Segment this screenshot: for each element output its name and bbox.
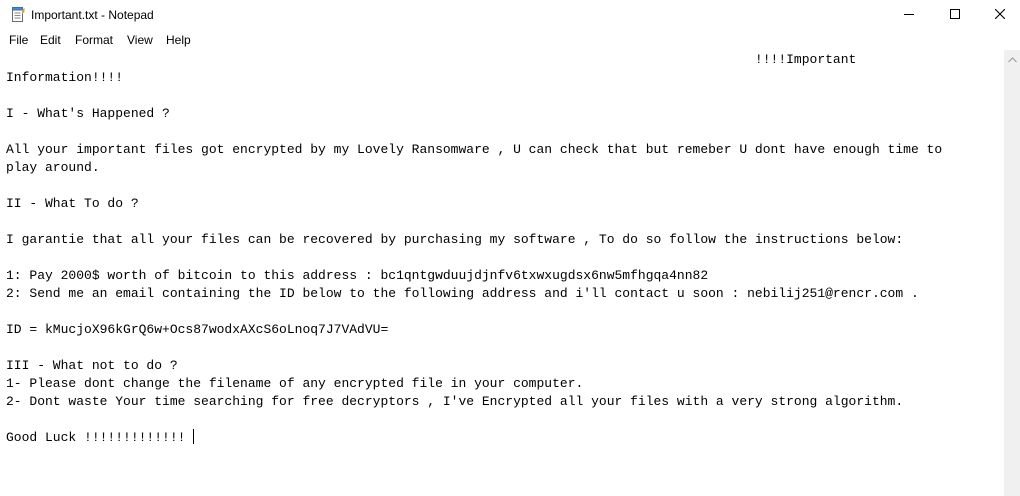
text-line: III - What not to do ? [6,358,178,373]
document-text: !!!!Important Information!!!! I - What's… [6,51,942,447]
chevron-up-icon [1007,50,1017,68]
text-editor[interactable]: !!!!Important Information!!!! I - What's… [0,50,1004,496]
maximize-icon [950,6,960,24]
text-line: Good Luck !!!!!!!!!!!!! [6,430,194,445]
title-bar[interactable]: Important.txt - Notepad [0,0,1020,30]
menu-view[interactable]: View [127,32,153,48]
text-line: 1- Please dont change the filename of an… [6,376,584,391]
scroll-up-button[interactable] [1004,50,1020,67]
text-line: ID = kMucjoX96kGrQ6w+Ocs87wodxAXcS6oLnoq… [6,322,389,337]
text-line: 1: Pay 2000$ worth of bitcoin to this ad… [6,268,709,283]
text-line: Information!!!! [6,70,124,85]
menu-file[interactable]: File [9,32,28,48]
close-icon [994,6,1006,24]
text-line: 2: Send me an email containing the ID be… [6,286,919,301]
close-button[interactable] [977,0,1020,30]
notepad-icon [11,7,25,22]
text-line: All your important files got encrypted b… [6,142,943,157]
text-line: I - What's Happened ? [6,106,170,121]
minimize-icon [904,6,914,24]
menu-format[interactable]: Format [75,32,113,48]
menu-help[interactable]: Help [166,32,191,48]
maximize-button[interactable] [932,0,978,30]
text-line: !!!!Important [6,52,857,67]
vertical-scrollbar[interactable] [1004,50,1020,496]
minimize-button[interactable] [886,0,932,30]
text-line: play around. [6,160,100,175]
text-line: 2- Dont waste Your time searching for fr… [6,394,904,409]
text-caret [193,429,195,444]
menu-bar: File Edit Format View Help [0,30,1020,51]
text-line: II - What To do ? [6,196,139,211]
text-line: I garantie that all your files can be re… [6,232,904,247]
menu-edit[interactable]: Edit [40,32,61,48]
window-title: Important.txt - Notepad [31,8,154,22]
